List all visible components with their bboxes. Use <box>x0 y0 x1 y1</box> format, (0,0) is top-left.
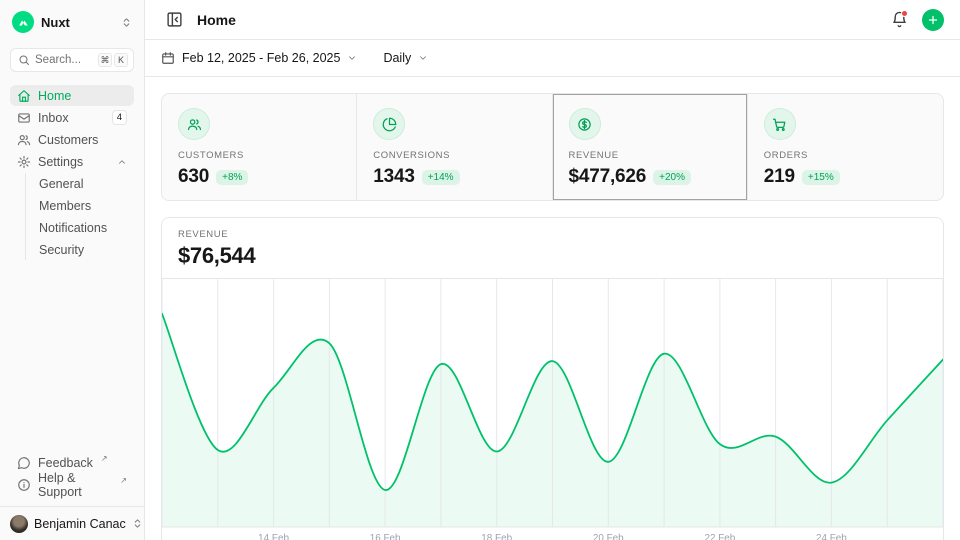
stat-label: ORDERS <box>764 150 927 161</box>
chart-metric-label: REVENUE <box>178 229 927 240</box>
chart-metric-value: $76,544 <box>178 243 927 269</box>
sidebar-item-label: Help & Support <box>38 471 112 499</box>
message-circle-icon <box>17 456 31 470</box>
notification-dot <box>901 10 908 17</box>
main-area: Home Feb 12, 2025 - Feb 26, 2025 <box>145 0 960 540</box>
inbox-icon <box>17 111 31 125</box>
sidebar: Nuxt Search... ⌘ K <box>0 0 145 540</box>
notifications-button[interactable] <box>886 7 912 33</box>
stat-label: REVENUE <box>569 150 731 161</box>
date-range-label: Feb 12, 2025 - Feb 26, 2025 <box>182 51 340 65</box>
revenue-stat-icon <box>569 108 601 140</box>
search-input[interactable]: Search... ⌘ K <box>10 48 134 72</box>
help-support-link[interactable]: Help & Support ↗ <box>10 474 134 495</box>
dashboard-content: CUSTOMERS 630 +8% CONVERSIONS 1343 +14% <box>145 77 960 540</box>
stat-label: CUSTOMERS <box>178 150 340 161</box>
sidebar-item-customers[interactable]: Customers <box>10 129 134 150</box>
x-axis-tick-label: 16 Feb <box>370 533 401 540</box>
collapse-sidebar-button[interactable] <box>161 7 187 33</box>
topbar: Home <box>145 0 960 40</box>
filters-toolbar: Feb 12, 2025 - Feb 26, 2025 Daily <box>145 40 960 77</box>
info-circle-icon <box>17 478 31 492</box>
sidebar-item-label: General <box>39 177 127 191</box>
stat-delta-badge: +14% <box>422 170 460 185</box>
sidebar-item-label: Home <box>38 89 127 103</box>
user-name: Benjamin Canac <box>34 517 126 531</box>
avatar <box>10 515 28 533</box>
stats-row: CUSTOMERS 630 +8% CONVERSIONS 1343 +14% <box>161 93 944 201</box>
workspace-switcher[interactable]: Nuxt <box>10 10 134 34</box>
revenue-chart-card: REVENUE $76,544 14 Feb 16 Feb 18 Feb 20 Feb… <box>161 217 944 540</box>
sidebar-item-label: Inbox <box>38 111 105 125</box>
sidebar-body: Nuxt Search... ⌘ K <box>0 0 144 506</box>
sidebar-item-settings[interactable]: Settings <box>10 151 134 172</box>
chevron-up-icon <box>117 157 127 167</box>
x-axis-tick-label: 18 Feb <box>481 533 512 540</box>
stat-revenue[interactable]: REVENUE $477,626 +20% <box>553 94 748 200</box>
search-shortcut: ⌘ K <box>98 53 128 67</box>
chevron-down-icon <box>347 53 357 63</box>
sidebar-item-notifications[interactable]: Notifications <box>37 217 134 238</box>
conversions-stat-icon <box>373 108 405 140</box>
sidebar-item-general[interactable]: General <box>37 173 134 194</box>
interval-select[interactable]: Daily <box>383 51 428 65</box>
sidebar-nav: Home Inbox 4 Customers <box>10 85 134 261</box>
search-icon <box>18 54 30 66</box>
x-axis-tick-label: 20 Feb <box>593 533 624 540</box>
orders-stat-icon <box>764 108 796 140</box>
gear-icon <box>17 155 31 169</box>
chart-header: REVENUE $76,544 <box>162 218 943 279</box>
stat-orders[interactable]: ORDERS 219 +15% <box>748 94 943 200</box>
kbd-cmd: ⌘ <box>98 53 112 67</box>
x-axis-tick-label: 14 Feb <box>258 533 289 540</box>
home-icon <box>17 89 31 103</box>
sidebar-item-label: Feedback <box>38 456 93 470</box>
nuxt-logo-icon <box>12 11 34 33</box>
sidebar-item-members[interactable]: Members <box>37 195 134 216</box>
customers-stat-icon <box>178 108 210 140</box>
stat-conversions[interactable]: CONVERSIONS 1343 +14% <box>357 94 552 200</box>
users-icon <box>17 133 31 147</box>
chevrons-up-down-icon <box>132 518 143 529</box>
stat-value: 219 <box>764 166 795 188</box>
kbd-k: K <box>114 53 128 67</box>
stat-delta-badge: +20% <box>653 170 691 185</box>
x-axis-tick-label: 24 Feb <box>816 533 847 540</box>
sidebar-item-label: Members <box>39 199 127 213</box>
add-button[interactable] <box>922 9 944 31</box>
calendar-icon <box>161 51 175 65</box>
date-range-picker[interactable]: Feb 12, 2025 - Feb 26, 2025 <box>161 51 357 65</box>
x-axis-tick-label: 22 Feb <box>704 533 735 540</box>
external-link-icon: ↗ <box>120 476 127 485</box>
external-link-icon: ↗ <box>101 454 108 463</box>
revenue-area-chart[interactable]: 14 Feb 16 Feb 18 Feb 20 Feb 22 Feb 24 Feb <box>162 279 943 540</box>
stat-delta-badge: +15% <box>802 170 840 185</box>
sidebar-item-label: Customers <box>38 133 127 147</box>
chevrons-up-down-icon <box>121 17 132 28</box>
interval-label: Daily <box>383 51 411 65</box>
sidebar-item-label: Security <box>39 243 127 257</box>
stat-delta-badge: +8% <box>216 170 248 185</box>
stat-value: 1343 <box>373 166 414 188</box>
sidebar-item-security[interactable]: Security <box>37 239 134 260</box>
workspace-name: Nuxt <box>41 15 114 30</box>
user-menu[interactable]: Benjamin Canac <box>0 507 144 540</box>
search-placeholder: Search... <box>35 54 93 66</box>
stat-label: CONVERSIONS <box>373 150 535 161</box>
chevron-down-icon <box>418 53 428 63</box>
settings-subnav: General Members Notifications Security <box>25 173 134 260</box>
sidebar-item-home[interactable]: Home <box>10 85 134 106</box>
stat-customers[interactable]: CUSTOMERS 630 +8% <box>162 94 357 200</box>
sidebar-item-label: Settings <box>38 155 110 169</box>
app: Nuxt Search... ⌘ K <box>0 0 960 540</box>
sidebar-item-inbox[interactable]: Inbox 4 <box>10 107 134 128</box>
stat-value: 630 <box>178 166 209 188</box>
inbox-count-badge: 4 <box>112 110 127 125</box>
stat-value: $477,626 <box>569 166 647 188</box>
page-title: Home <box>197 12 236 28</box>
sidebar-footer: Feedback ↗ Help & Support ↗ <box>10 452 134 496</box>
sidebar-item-label: Notifications <box>39 221 127 235</box>
